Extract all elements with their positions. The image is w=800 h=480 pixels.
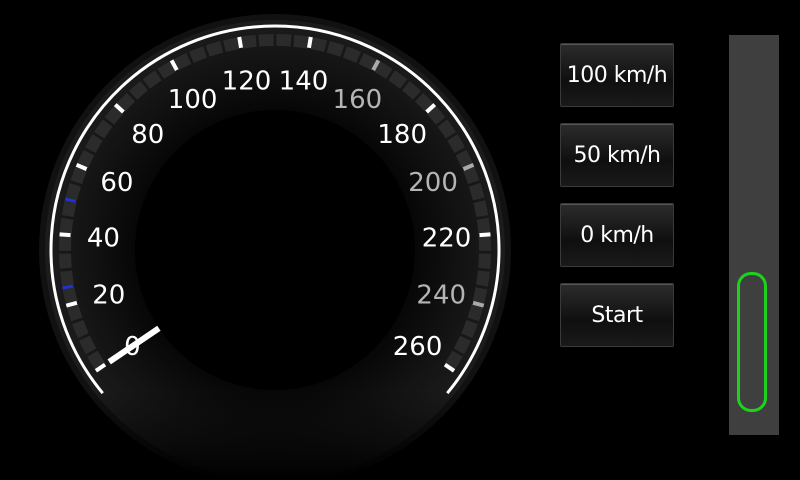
band-segment: [205, 41, 224, 57]
band-segment: [373, 61, 393, 79]
band-segment: [476, 217, 491, 234]
band-segment: [455, 149, 473, 169]
speedometer-gauge: 020406080100120140180220260160200240: [0, 14, 560, 480]
band-segment: [437, 119, 456, 139]
gauge-center: [135, 110, 415, 390]
band-segment: [142, 70, 162, 89]
speed-label: 80: [131, 120, 164, 150]
band-segment: [402, 81, 422, 100]
band-segment: [476, 270, 490, 287]
tick-mark: [306, 36, 313, 49]
start-button[interactable]: Start: [560, 283, 674, 347]
speed-label: 40: [87, 224, 120, 254]
band-segment: [172, 53, 192, 71]
band-segment: [293, 34, 310, 49]
band-segment: [77, 149, 95, 169]
speed-label: 220: [422, 224, 472, 254]
band-segment: [462, 166, 480, 185]
band-segment: [94, 119, 113, 139]
band-segment: [414, 92, 434, 112]
band-segment: [453, 335, 472, 355]
band-segment: [447, 134, 466, 154]
band-segment: [59, 217, 74, 234]
band-segment: [342, 46, 362, 63]
tick-mark: [59, 232, 71, 238]
band-segment: [467, 303, 484, 322]
band-segment: [59, 253, 72, 269]
band-segment: [188, 46, 208, 63]
band-segment: [157, 61, 177, 79]
band-segment: [65, 182, 82, 201]
band-segment: [62, 287, 78, 305]
band-segment: [116, 92, 136, 112]
vertical-slider-track[interactable]: [729, 35, 779, 435]
band-segment: [240, 34, 257, 49]
speed-label: 260: [393, 332, 443, 362]
band-segment: [128, 81, 148, 100]
band-segment: [461, 319, 478, 339]
band-segment: [444, 350, 463, 370]
speed-label: 120: [222, 66, 272, 96]
speed-label: 140: [279, 66, 329, 96]
band-segment: [87, 350, 106, 370]
tick-mark: [237, 36, 244, 49]
tick-mark: [65, 300, 78, 308]
speed-label-minor: 240: [416, 280, 466, 310]
speed-label-minor: 160: [333, 85, 383, 115]
band-segment: [104, 105, 124, 125]
speed-label: 60: [100, 168, 133, 198]
band-segment: [472, 287, 488, 305]
speed-label: 100: [168, 85, 218, 115]
band-segment: [258, 34, 274, 47]
band-segment: [60, 270, 74, 287]
speed-50-button[interactable]: 50 km/h: [560, 123, 674, 187]
speed-label: 180: [377, 120, 427, 150]
band-segment: [276, 34, 292, 47]
band-segment: [426, 105, 446, 125]
gauge-bottom-fade: [0, 390, 560, 480]
band-segment: [61, 200, 77, 218]
band-segment: [310, 37, 327, 53]
speed-label: 20: [92, 280, 125, 310]
marker-tick: [62, 284, 74, 290]
band-segment: [358, 53, 378, 71]
band-segment: [468, 182, 485, 201]
band-segment: [388, 70, 408, 89]
speed-label-minor: 200: [408, 168, 458, 198]
speed-0-button[interactable]: 0 km/h: [560, 203, 674, 267]
band-segment: [478, 253, 491, 269]
tick-mark: [472, 300, 485, 308]
tick-mark: [479, 232, 491, 238]
band-segment: [223, 37, 240, 53]
band-segment: [72, 319, 89, 339]
band-segment: [70, 166, 88, 185]
band-segment: [326, 41, 345, 57]
slider-handle[interactable]: [737, 272, 767, 412]
band-segment: [78, 335, 97, 355]
band-segment: [66, 303, 83, 322]
speed-100-button[interactable]: 100 km/h: [560, 43, 674, 107]
band-segment: [473, 200, 489, 218]
band-segment: [84, 134, 103, 154]
